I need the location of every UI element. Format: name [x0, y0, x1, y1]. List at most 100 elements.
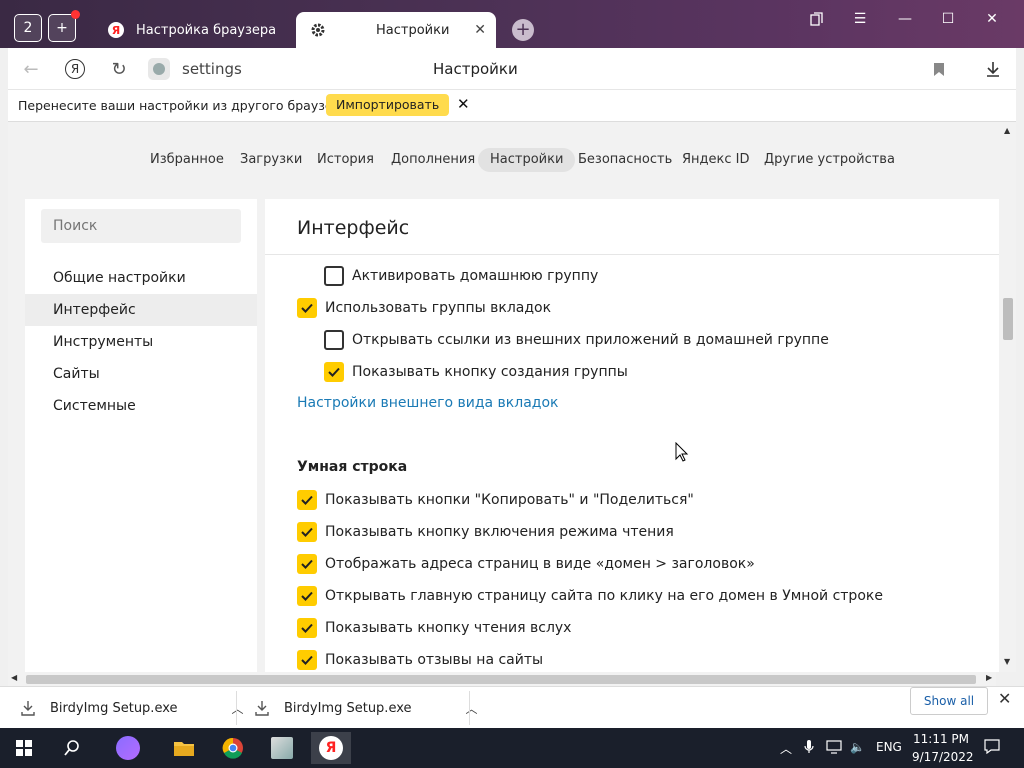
scroll-thumb[interactable]	[26, 675, 976, 684]
nav-downloads[interactable]: Загрузки	[240, 148, 302, 172]
chrome-icon[interactable]	[213, 732, 253, 764]
sidebar-item-interface[interactable]: Интерфейс	[25, 294, 257, 326]
nav-yandex-id[interactable]: Яндекс ID	[682, 148, 750, 172]
download-item[interactable]: BirdyImg Setup.exe ︿	[20, 687, 244, 729]
network-icon[interactable]	[826, 740, 842, 757]
notification-dot	[71, 10, 80, 19]
nav-extensions[interactable]: Дополнения	[391, 148, 475, 172]
show-all-button[interactable]: Show all	[910, 687, 988, 715]
birdyimg-app-icon[interactable]	[262, 732, 302, 764]
download-icon[interactable]	[982, 58, 1004, 80]
notifications-icon[interactable]	[984, 738, 1000, 757]
close-icon[interactable]: ✕	[998, 689, 1011, 708]
yandex-home-icon[interactable]: Я	[64, 58, 86, 80]
taskbar: Я ︿ 🔈 ENG 11:11 PM 9/17/2022	[0, 728, 1024, 768]
option-activate-home-group[interactable]: Активировать домашнюю группу	[324, 264, 598, 288]
tab-appearance-link[interactable]: Настройки внешнего вида вкладок	[297, 395, 558, 411]
divider	[469, 691, 470, 725]
nav-history[interactable]: История	[317, 148, 374, 172]
collections-icon[interactable]	[802, 8, 832, 30]
checkbox[interactable]	[297, 650, 317, 670]
sidebar-item-general[interactable]: Общие настройки	[25, 262, 257, 294]
sidebar-item-tools[interactable]: Инструменты	[25, 326, 257, 358]
option-site-reviews[interactable]: Показывать отзывы на сайты	[297, 648, 543, 672]
scroll-thumb[interactable]	[1003, 298, 1013, 340]
maximize-button[interactable]: ☐	[933, 8, 963, 30]
file-explorer-icon[interactable]	[164, 732, 204, 764]
scroll-up-icon[interactable]: ▲	[1004, 126, 1010, 135]
tab-settings[interactable]: Настройки ✕	[296, 12, 496, 48]
option-label: Отображать адреса страниц в виде «домен …	[325, 556, 755, 572]
reload-icon[interactable]: ↻	[108, 58, 130, 80]
scroll-right-icon[interactable]: ▶	[986, 673, 992, 682]
url-text[interactable]: settings	[182, 60, 242, 78]
nav-security[interactable]: Безопасность	[578, 148, 672, 172]
sidebar-item-system[interactable]: Системные	[25, 390, 257, 422]
page-title: Настройки	[433, 60, 518, 78]
checkbox[interactable]	[297, 522, 317, 542]
search-icon[interactable]	[52, 732, 92, 764]
settings-sidebar: Общие настройки Интерфейс Инструменты Са…	[25, 199, 257, 672]
checkbox[interactable]	[297, 490, 317, 510]
checkbox[interactable]	[297, 586, 317, 606]
option-open-external-links[interactable]: Открывать ссылки из внешних приложений в…	[324, 328, 829, 352]
site-info-icon[interactable]	[148, 58, 170, 80]
back-icon[interactable]: ←	[20, 58, 42, 80]
checkmark-icon	[301, 591, 313, 601]
option-reading-mode-button[interactable]: Показывать кнопку включения режима чтени…	[297, 520, 674, 544]
option-copy-share-buttons[interactable]: Показывать кнопки "Копировать" и "Подели…	[297, 488, 694, 512]
date: 9/17/2022	[912, 750, 974, 764]
option-label: Открывать главную страницу сайта по клик…	[325, 588, 883, 604]
profile-count: 2	[23, 20, 33, 36]
import-button[interactable]: Импортировать	[326, 94, 450, 116]
windows-start-icon[interactable]	[4, 732, 44, 764]
microphone-icon[interactable]	[804, 740, 814, 757]
option-label: Показывать кнопку создания группы	[352, 364, 628, 380]
horizontal-scrollbar[interactable]: ◀ ▶	[8, 672, 996, 686]
scroll-down-icon[interactable]: ▼	[1004, 657, 1010, 666]
minimize-button[interactable]: —	[890, 8, 920, 30]
option-read-aloud-button[interactable]: Показывать кнопку чтения вслух	[297, 616, 571, 640]
scroll-left-icon[interactable]: ◀	[11, 673, 17, 682]
tab-groups-button[interactable]: +	[48, 10, 80, 42]
language-indicator[interactable]: ENG	[876, 740, 902, 754]
volume-icon[interactable]: 🔈	[850, 740, 865, 754]
option-label: Использовать группы вкладок	[325, 300, 552, 316]
yandex-browser-icon[interactable]: Я	[311, 732, 351, 764]
option-use-tab-groups[interactable]: Использовать группы вкладок	[297, 296, 551, 320]
close-tab-icon[interactable]: ✕	[474, 22, 486, 38]
option-domain-title-format[interactable]: Отображать адреса страниц в виде «домен …	[297, 552, 755, 576]
bookmark-icon[interactable]	[928, 58, 950, 80]
nav-settings[interactable]: Настройки	[478, 148, 576, 172]
title-bar: 2 + Я Настройка браузера Настройки ✕ + ☰…	[0, 0, 1024, 48]
vertical-scrollbar[interactable]: ▲ ▼	[1000, 122, 1016, 672]
download-item[interactable]: BirdyImg Setup.exe ︿	[254, 687, 478, 729]
close-icon[interactable]: ✕	[457, 95, 470, 113]
tab-browser-setup[interactable]: Я Настройка браузера	[94, 12, 294, 48]
checkmark-icon	[301, 495, 313, 505]
option-show-create-group-button[interactable]: Показывать кнопку создания группы	[324, 360, 628, 384]
checkbox[interactable]	[324, 266, 344, 286]
checkbox[interactable]	[297, 618, 317, 638]
checkbox[interactable]	[297, 298, 317, 318]
checkbox[interactable]	[324, 362, 344, 382]
search-input[interactable]	[41, 209, 241, 243]
option-open-home-by-domain[interactable]: Открывать главную страницу сайта по клик…	[297, 584, 883, 608]
clock[interactable]: 11:11 PM 9/17/2022	[912, 730, 974, 766]
sidebar-item-sites[interactable]: Сайты	[25, 358, 257, 390]
checkbox[interactable]	[324, 330, 344, 350]
nav-other-devices[interactable]: Другие устройства	[764, 148, 895, 172]
close-window-button[interactable]: ✕	[977, 8, 1007, 30]
menu-icon[interactable]: ☰	[845, 8, 875, 30]
alice-icon[interactable]	[108, 732, 148, 764]
option-label: Показывать кнопки "Копировать" и "Подели…	[325, 492, 694, 508]
profile-button[interactable]: 2	[14, 14, 42, 42]
chevron-up-icon[interactable]: ︿	[466, 700, 478, 717]
chevron-up-icon[interactable]: ︿	[232, 700, 244, 717]
nav-favorites[interactable]: Избранное	[150, 148, 224, 172]
import-banner: Перенесите ваши настройки из другого бра…	[8, 90, 1016, 122]
new-tab-button[interactable]: +	[512, 19, 534, 41]
option-label: Показывать отзывы на сайты	[325, 652, 544, 668]
chevron-up-icon[interactable]: ︿	[780, 740, 792, 757]
checkbox[interactable]	[297, 554, 317, 574]
